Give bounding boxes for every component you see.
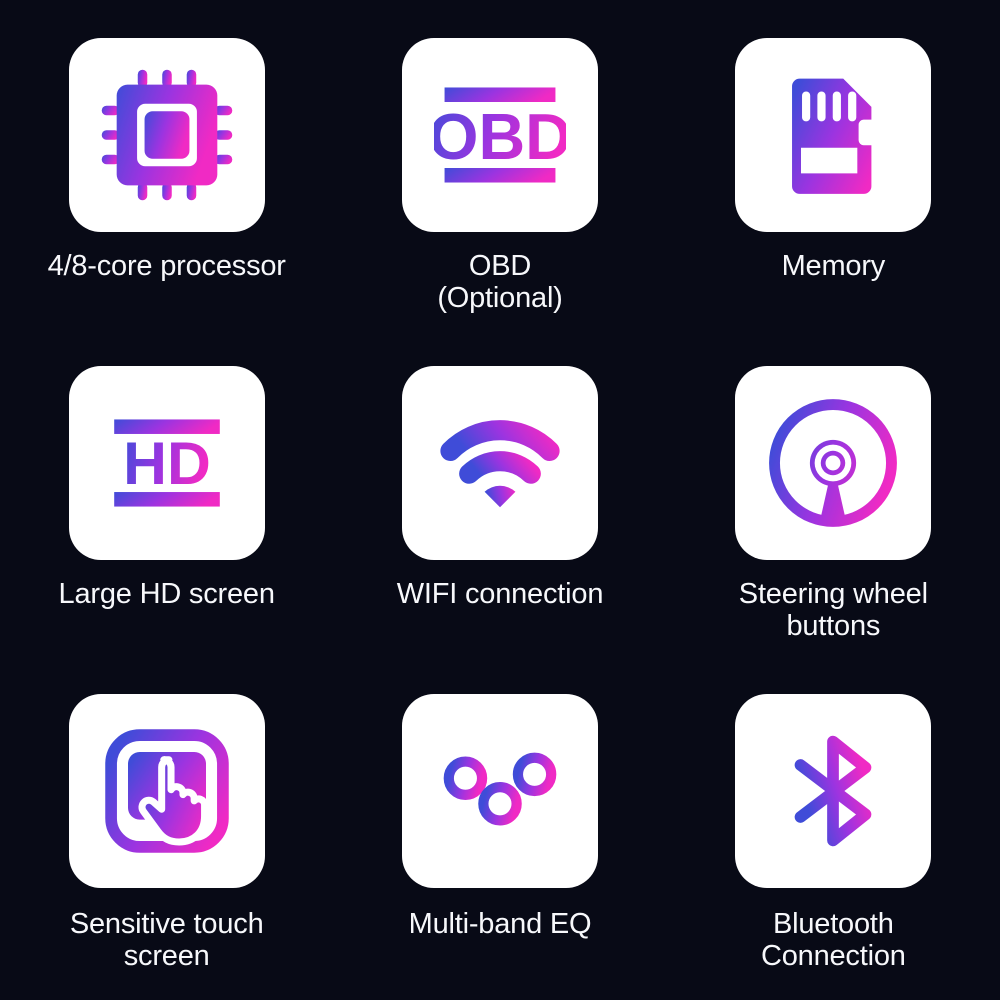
caption-line-2: buttons bbox=[786, 609, 881, 642]
caption-line-1: Large HD screen bbox=[58, 578, 275, 610]
icon-tile-memory bbox=[735, 38, 932, 232]
feature-cell-steering-wheel: Steering wheel buttons bbox=[667, 344, 1000, 672]
feature-caption: Large HD screen bbox=[58, 578, 275, 611]
cpu-chip-icon bbox=[101, 69, 232, 201]
feature-caption: 4/8-core processor bbox=[47, 250, 286, 283]
feature-caption: Steering wheel buttons bbox=[738, 578, 928, 642]
caption-line-2: (Optional) bbox=[437, 281, 563, 314]
equalizer-icon bbox=[443, 735, 557, 847]
memory-card-icon bbox=[792, 78, 872, 194]
feature-grid: 4/8-core processor OBD OBD (Optional) Me… bbox=[0, 0, 1000, 1000]
icon-tile-hd-screen: HD bbox=[68, 366, 265, 560]
caption-line-1: Multi-band EQ bbox=[408, 908, 592, 940]
feature-cell-processor: 4/8-core processor bbox=[0, 16, 333, 344]
hd-icon-text: HD bbox=[123, 429, 211, 497]
wifi-icon bbox=[440, 420, 560, 508]
caption-line-1: OBD bbox=[468, 250, 532, 282]
icon-tile-bluetooth bbox=[735, 694, 932, 888]
feature-cell-equalizer: Multi-band EQ bbox=[333, 672, 666, 1000]
feature-caption: Multi-band EQ bbox=[408, 908, 592, 941]
touch-screen-icon bbox=[104, 729, 229, 853]
feature-cell-wifi: WIFI connection bbox=[333, 344, 666, 672]
hd-screen-icon: HD bbox=[113, 419, 220, 507]
icon-tile-equalizer bbox=[401, 694, 598, 888]
feature-cell-bluetooth: Bluetooth Connection bbox=[667, 672, 1000, 1000]
bluetooth-icon bbox=[794, 735, 872, 847]
obd-icon-text: OBD bbox=[434, 100, 566, 173]
caption-line-1: Memory bbox=[781, 250, 886, 282]
obd-icon: OBD bbox=[434, 87, 566, 183]
feature-cell-obd: OBD OBD (Optional) bbox=[333, 16, 666, 344]
feature-cell-hd-screen: HD Large HD screen bbox=[0, 344, 333, 672]
caption-line-2: Connection bbox=[760, 939, 906, 972]
icon-tile-steering-wheel bbox=[735, 366, 932, 560]
caption-line-2: screen bbox=[123, 939, 210, 972]
caption-line-1: Sensitive touch bbox=[69, 908, 264, 940]
steering-wheel-icon bbox=[769, 399, 898, 527]
caption-line-1: Bluetooth bbox=[772, 908, 894, 940]
feature-caption: WIFI connection bbox=[396, 578, 604, 611]
icon-tile-touch-screen bbox=[68, 694, 265, 888]
icon-tile-obd: OBD bbox=[401, 38, 598, 232]
caption-line-1: WIFI connection bbox=[396, 578, 604, 610]
feature-caption: Sensitive touch screen bbox=[69, 908, 264, 972]
feature-caption: Memory bbox=[781, 250, 886, 283]
feature-cell-memory: Memory bbox=[667, 16, 1000, 344]
icon-tile-wifi bbox=[401, 366, 598, 560]
icon-tile-processor bbox=[68, 38, 265, 232]
feature-caption: OBD (Optional) bbox=[437, 250, 563, 314]
caption-line-1: Steering wheel bbox=[738, 578, 928, 610]
caption-line-1: 4/8-core processor bbox=[47, 250, 286, 282]
feature-caption: Bluetooth Connection bbox=[760, 908, 906, 972]
feature-cell-touch-screen: Sensitive touch screen bbox=[0, 672, 333, 1000]
